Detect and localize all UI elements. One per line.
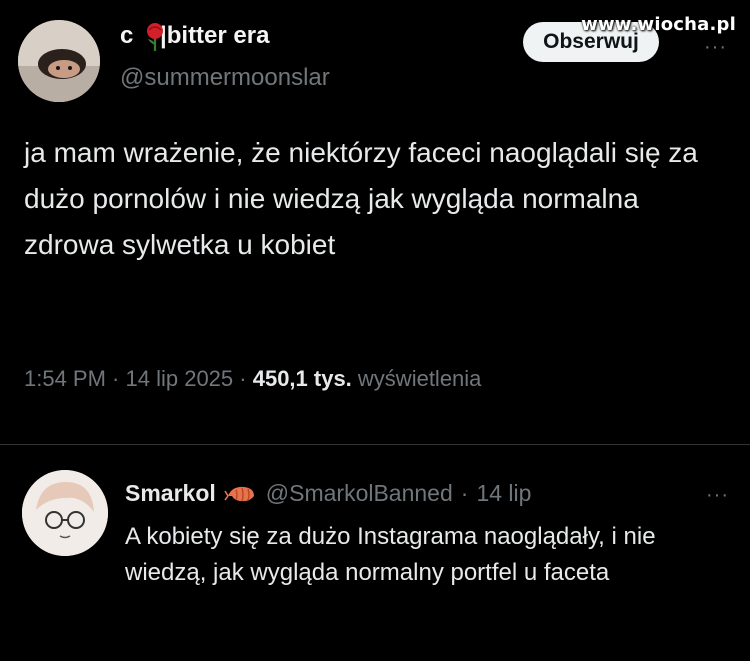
reply-avatar[interactable] (22, 470, 108, 556)
reply-avatar-drawing (22, 470, 108, 556)
avatar[interactable] (18, 20, 100, 102)
reply-display-name[interactable]: Smarkol (125, 480, 216, 507)
reply-date[interactable]: 14 lip (476, 480, 531, 507)
shrimp-icon (224, 486, 254, 501)
tweet-text: ja mam wrażenie, że niektórzy faceci nao… (24, 137, 698, 260)
author-handle[interactable]: @summermoonslar (120, 64, 330, 92)
more-options-icon[interactable]: ··· (704, 36, 727, 59)
reply-header: Smarkol @SmarkolBanned · 14 lip (125, 480, 531, 507)
author-name-row: c |bitter era (120, 22, 269, 50)
site-watermark: www.wiocha.pl (581, 14, 736, 35)
avatar-photo (18, 20, 100, 102)
reply-text: A kobiety się za dużo Instagrama naogląd… (125, 523, 656, 586)
meta-separator: · (105, 366, 126, 391)
rose-icon (147, 23, 163, 51)
reply-more-options-icon[interactable]: ··· (706, 484, 729, 507)
tweet-date[interactable]: 14 lip 2025 (126, 366, 234, 391)
views-count: 450,1 tys. (252, 366, 352, 391)
author-display-name[interactable]: c |bitter era (120, 22, 269, 50)
views-label: wyświetlenia (357, 366, 482, 391)
meta-separator: · (233, 366, 253, 391)
tweet-time[interactable]: 1:54 PM (24, 366, 106, 391)
main-tweet: c |bitter era @summermoonslar Obserwuj ·… (0, 0, 750, 445)
reply-handle[interactable]: @SmarkolBanned (266, 480, 453, 507)
reply-separator: · (460, 480, 469, 506)
tweet-meta: 1:54 PM · 14 lip 2025 · 450,1 tys. wyświ… (24, 366, 481, 392)
divider (0, 444, 750, 445)
